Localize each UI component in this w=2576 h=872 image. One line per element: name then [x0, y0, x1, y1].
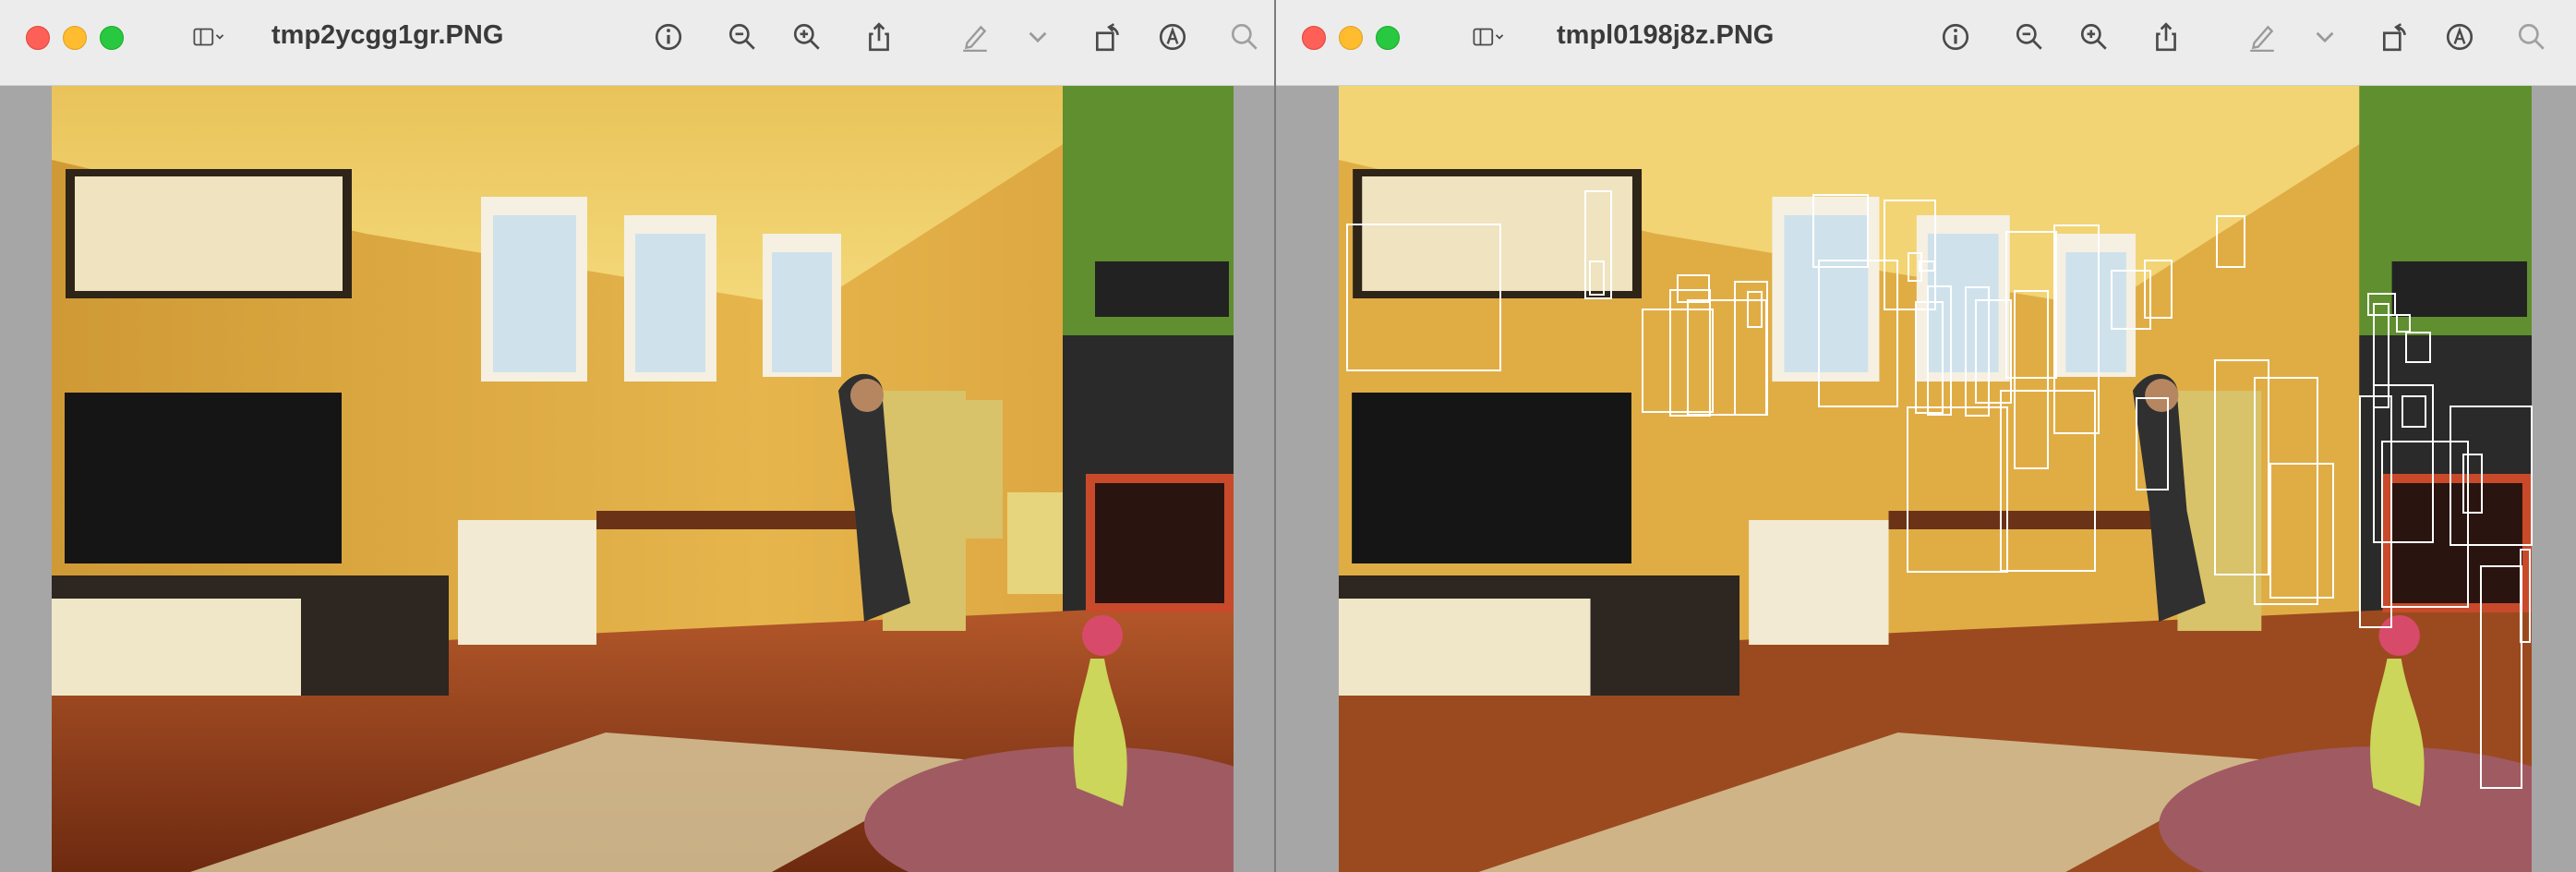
share-icon: [869, 22, 889, 52]
share-button[interactable]: [861, 18, 897, 55]
detection-box-knife: [2395, 313, 2412, 333]
markup-menu-button[interactable]: [1025, 18, 1051, 55]
image-canvas: [1276, 86, 2576, 872]
detection-box-chair-3: [1906, 406, 2008, 573]
detection-box-chair-4: [1999, 390, 2097, 572]
rotate-icon: [1095, 23, 1119, 52]
detection-box-refrigerator-4: [2358, 395, 2392, 629]
detection-box-book-2: [2520, 549, 2531, 643]
zoom-out-button[interactable]: [724, 18, 761, 55]
minimize-button[interactable]: [63, 26, 87, 50]
pen-icon: [2250, 25, 2274, 53]
zoom-out-icon: [728, 23, 755, 50]
zoom-in-button[interactable]: [2076, 18, 2113, 55]
window-title: tmp2ycgg1gr.PNG: [271, 20, 504, 50]
sidebar-toggle-button[interactable]: [172, 18, 246, 55]
share-icon: [2156, 22, 2176, 52]
detection-box-chair-5: [2269, 463, 2334, 599]
detection-box-clock-2: [2215, 214, 2245, 269]
close-button[interactable]: [26, 26, 50, 50]
sidebar-icon: [193, 28, 224, 46]
detection-box-small-object: [1918, 260, 1935, 272]
zoom-out-button[interactable]: [2011, 18, 2048, 55]
search-icon: [1231, 23, 1258, 50]
markup-menu-button[interactable]: [2312, 18, 2338, 55]
zoom-in-icon: [2080, 23, 2107, 50]
zoom-in-button[interactable]: [788, 18, 825, 55]
zoom-out-icon: [2016, 23, 2042, 50]
zoom-in-icon: [793, 23, 820, 50]
annotate-icon: [2446, 23, 2474, 51]
detection-box-oven-2: [2449, 405, 2534, 546]
info-button[interactable]: [650, 18, 687, 55]
annotate-button[interactable]: [2441, 18, 2478, 55]
rotate-button[interactable]: [2377, 18, 2413, 55]
info-icon: [655, 23, 682, 51]
rotate-button[interactable]: [1089, 18, 1126, 55]
chevron-down-icon: [2316, 31, 2334, 43]
search-button[interactable]: [1226, 18, 1263, 55]
search-button[interactable]: [2513, 18, 2550, 55]
share-button[interactable]: [2148, 18, 2185, 55]
markup-button[interactable]: [957, 18, 993, 55]
annotate-button[interactable]: [1154, 18, 1191, 55]
living-room-image: [52, 86, 1234, 872]
detection-box-chair: [1926, 285, 1953, 416]
titlebar: tmp2ycgg1gr.PNG: [0, 0, 1274, 86]
pen-icon: [963, 25, 987, 53]
titlebar: tmpl0198j8z.PNG: [1276, 0, 2576, 86]
detection-box-bottle: [1746, 291, 1763, 329]
zoom-button[interactable]: [1376, 26, 1400, 50]
preview-window-right: tmpl0198j8z.PNG: [1274, 0, 2576, 872]
chevron-down-icon: [1029, 31, 1047, 43]
preview-window-left: tmp2ycgg1gr.PNG: [0, 0, 1274, 872]
search-icon: [2518, 23, 2545, 50]
room-photo: [52, 86, 1234, 872]
annotate-icon: [1159, 23, 1186, 51]
detection-box-vase-3: [2480, 565, 2522, 789]
info-icon: [1942, 23, 1969, 51]
detection-box-bottle-3: [2401, 395, 2427, 429]
room-photo-annotated: [1339, 86, 2534, 872]
markup-button[interactable]: [2244, 18, 2281, 55]
window-title: tmpl0198j8z.PNG: [1557, 20, 1775, 50]
detection-box-clock: [1812, 194, 1869, 269]
minimize-button[interactable]: [1339, 26, 1363, 50]
detection-box-refrigerator-3: [2110, 270, 2151, 330]
detection-box-microwave: [2405, 331, 2432, 364]
image-canvas: [0, 86, 1274, 872]
rotate-icon: [2382, 23, 2406, 52]
detection-box-tv: [1345, 223, 1501, 371]
zoom-button[interactable]: [100, 26, 124, 50]
detection-box-microwave-2: [2136, 396, 2170, 491]
detection-box-vase: [1589, 260, 1606, 297]
info-button[interactable]: [1937, 18, 1974, 55]
sidebar-icon: [1473, 28, 1504, 46]
sidebar-toggle-button[interactable]: [1451, 18, 1525, 55]
close-button[interactable]: [1302, 26, 1326, 50]
